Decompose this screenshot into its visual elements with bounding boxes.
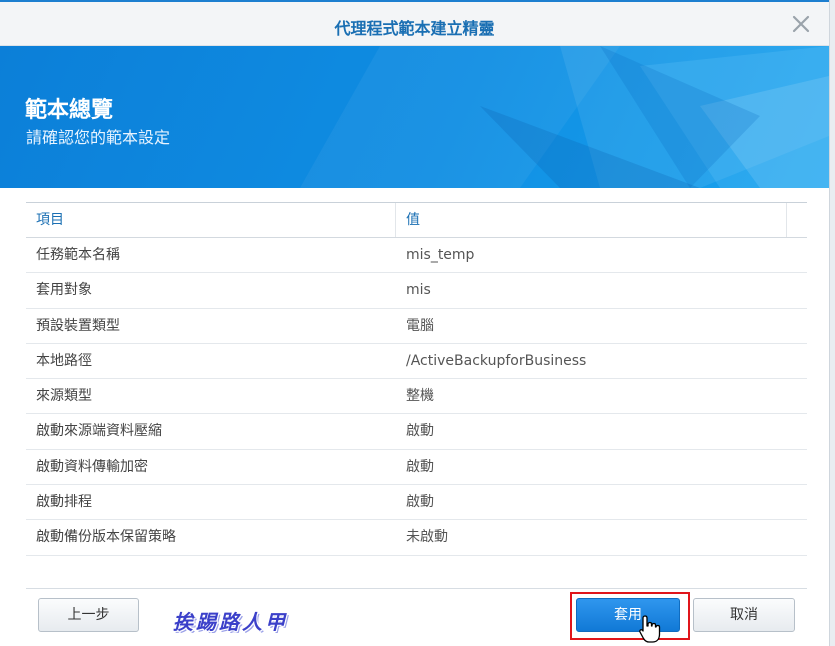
row-value: 啟動 xyxy=(406,494,434,511)
dialog-title-bar: 代理程式範本建立精靈 xyxy=(0,2,829,46)
row-value: 啟動 xyxy=(406,423,434,440)
row-item: 套用對象 xyxy=(36,282,92,299)
row-value: mis xyxy=(406,282,431,299)
page-subtitle: 請確認您的範本設定 xyxy=(26,128,171,147)
row-item: 預設裝置類型 xyxy=(36,317,120,334)
table-row[interactable]: 任務範本名稱 mis_temp xyxy=(26,238,807,274)
wizard-banner: 範本總覽 請確認您的範本設定 xyxy=(0,46,829,188)
column-header-spacer xyxy=(787,203,807,237)
row-value: /ActiveBackupforBusiness xyxy=(406,352,587,369)
row-value: 電腦 xyxy=(406,317,434,334)
hand-cursor-icon xyxy=(639,615,661,643)
watermark-text: 挨踢路人甲 xyxy=(173,610,288,634)
dialog-title: 代理程式範本建立精靈 xyxy=(334,19,495,38)
row-item: 啟動排程 xyxy=(36,494,92,511)
template-wizard-dialog: 代理程式範本建立精靈 範本總覽 請確認您的範本設定 項目 值 任務範本名稱 mi… xyxy=(0,2,829,646)
row-item: 來源類型 xyxy=(36,388,92,405)
row-item: 啟動備份版本保留策略 xyxy=(36,529,176,546)
table-row[interactable]: 啟動來源端資料壓縮 啟動 xyxy=(26,414,807,450)
table-row[interactable]: 啟動備份版本保留策略 未啟動 xyxy=(26,520,807,556)
table-header: 項目 值 xyxy=(26,203,807,238)
window-scrollbar-edge xyxy=(829,0,835,646)
table-row[interactable]: 套用對象 mis xyxy=(26,273,807,309)
column-header-value[interactable]: 值 xyxy=(396,203,787,237)
row-value: mis_temp xyxy=(406,247,475,263)
table-row[interactable]: 本地路徑 /ActiveBackupforBusiness xyxy=(26,344,807,380)
summary-table: 項目 值 任務範本名稱 mis_temp 套用對象 mis 預設裝置類型 電腦 … xyxy=(26,202,807,556)
row-item: 啟動資料傳輸加密 xyxy=(36,458,148,475)
banner-background-graphic xyxy=(300,46,829,188)
apply-button-highlight-box xyxy=(570,592,690,640)
column-header-item[interactable]: 項目 xyxy=(26,203,396,237)
row-value: 啟動 xyxy=(406,458,434,475)
table-row[interactable]: 預設裝置類型 電腦 xyxy=(26,309,807,344)
row-item: 啟動來源端資料壓縮 xyxy=(36,423,162,440)
table-row[interactable]: 來源類型 整機 xyxy=(26,379,807,415)
previous-button[interactable]: 上一步 xyxy=(38,598,139,632)
row-item: 本地路徑 xyxy=(36,352,92,369)
table-row[interactable]: 啟動資料傳輸加密 啟動 xyxy=(26,450,807,486)
table-row[interactable]: 啟動排程 啟動 xyxy=(26,485,807,521)
row-item: 任務範本名稱 xyxy=(36,247,120,263)
close-icon[interactable] xyxy=(789,12,813,36)
cancel-button[interactable]: 取消 xyxy=(693,598,795,632)
page-title: 範本總覽 xyxy=(25,98,114,123)
row-value: 整機 xyxy=(406,388,434,405)
footer-divider xyxy=(26,588,807,589)
row-value: 未啟動 xyxy=(406,529,448,546)
